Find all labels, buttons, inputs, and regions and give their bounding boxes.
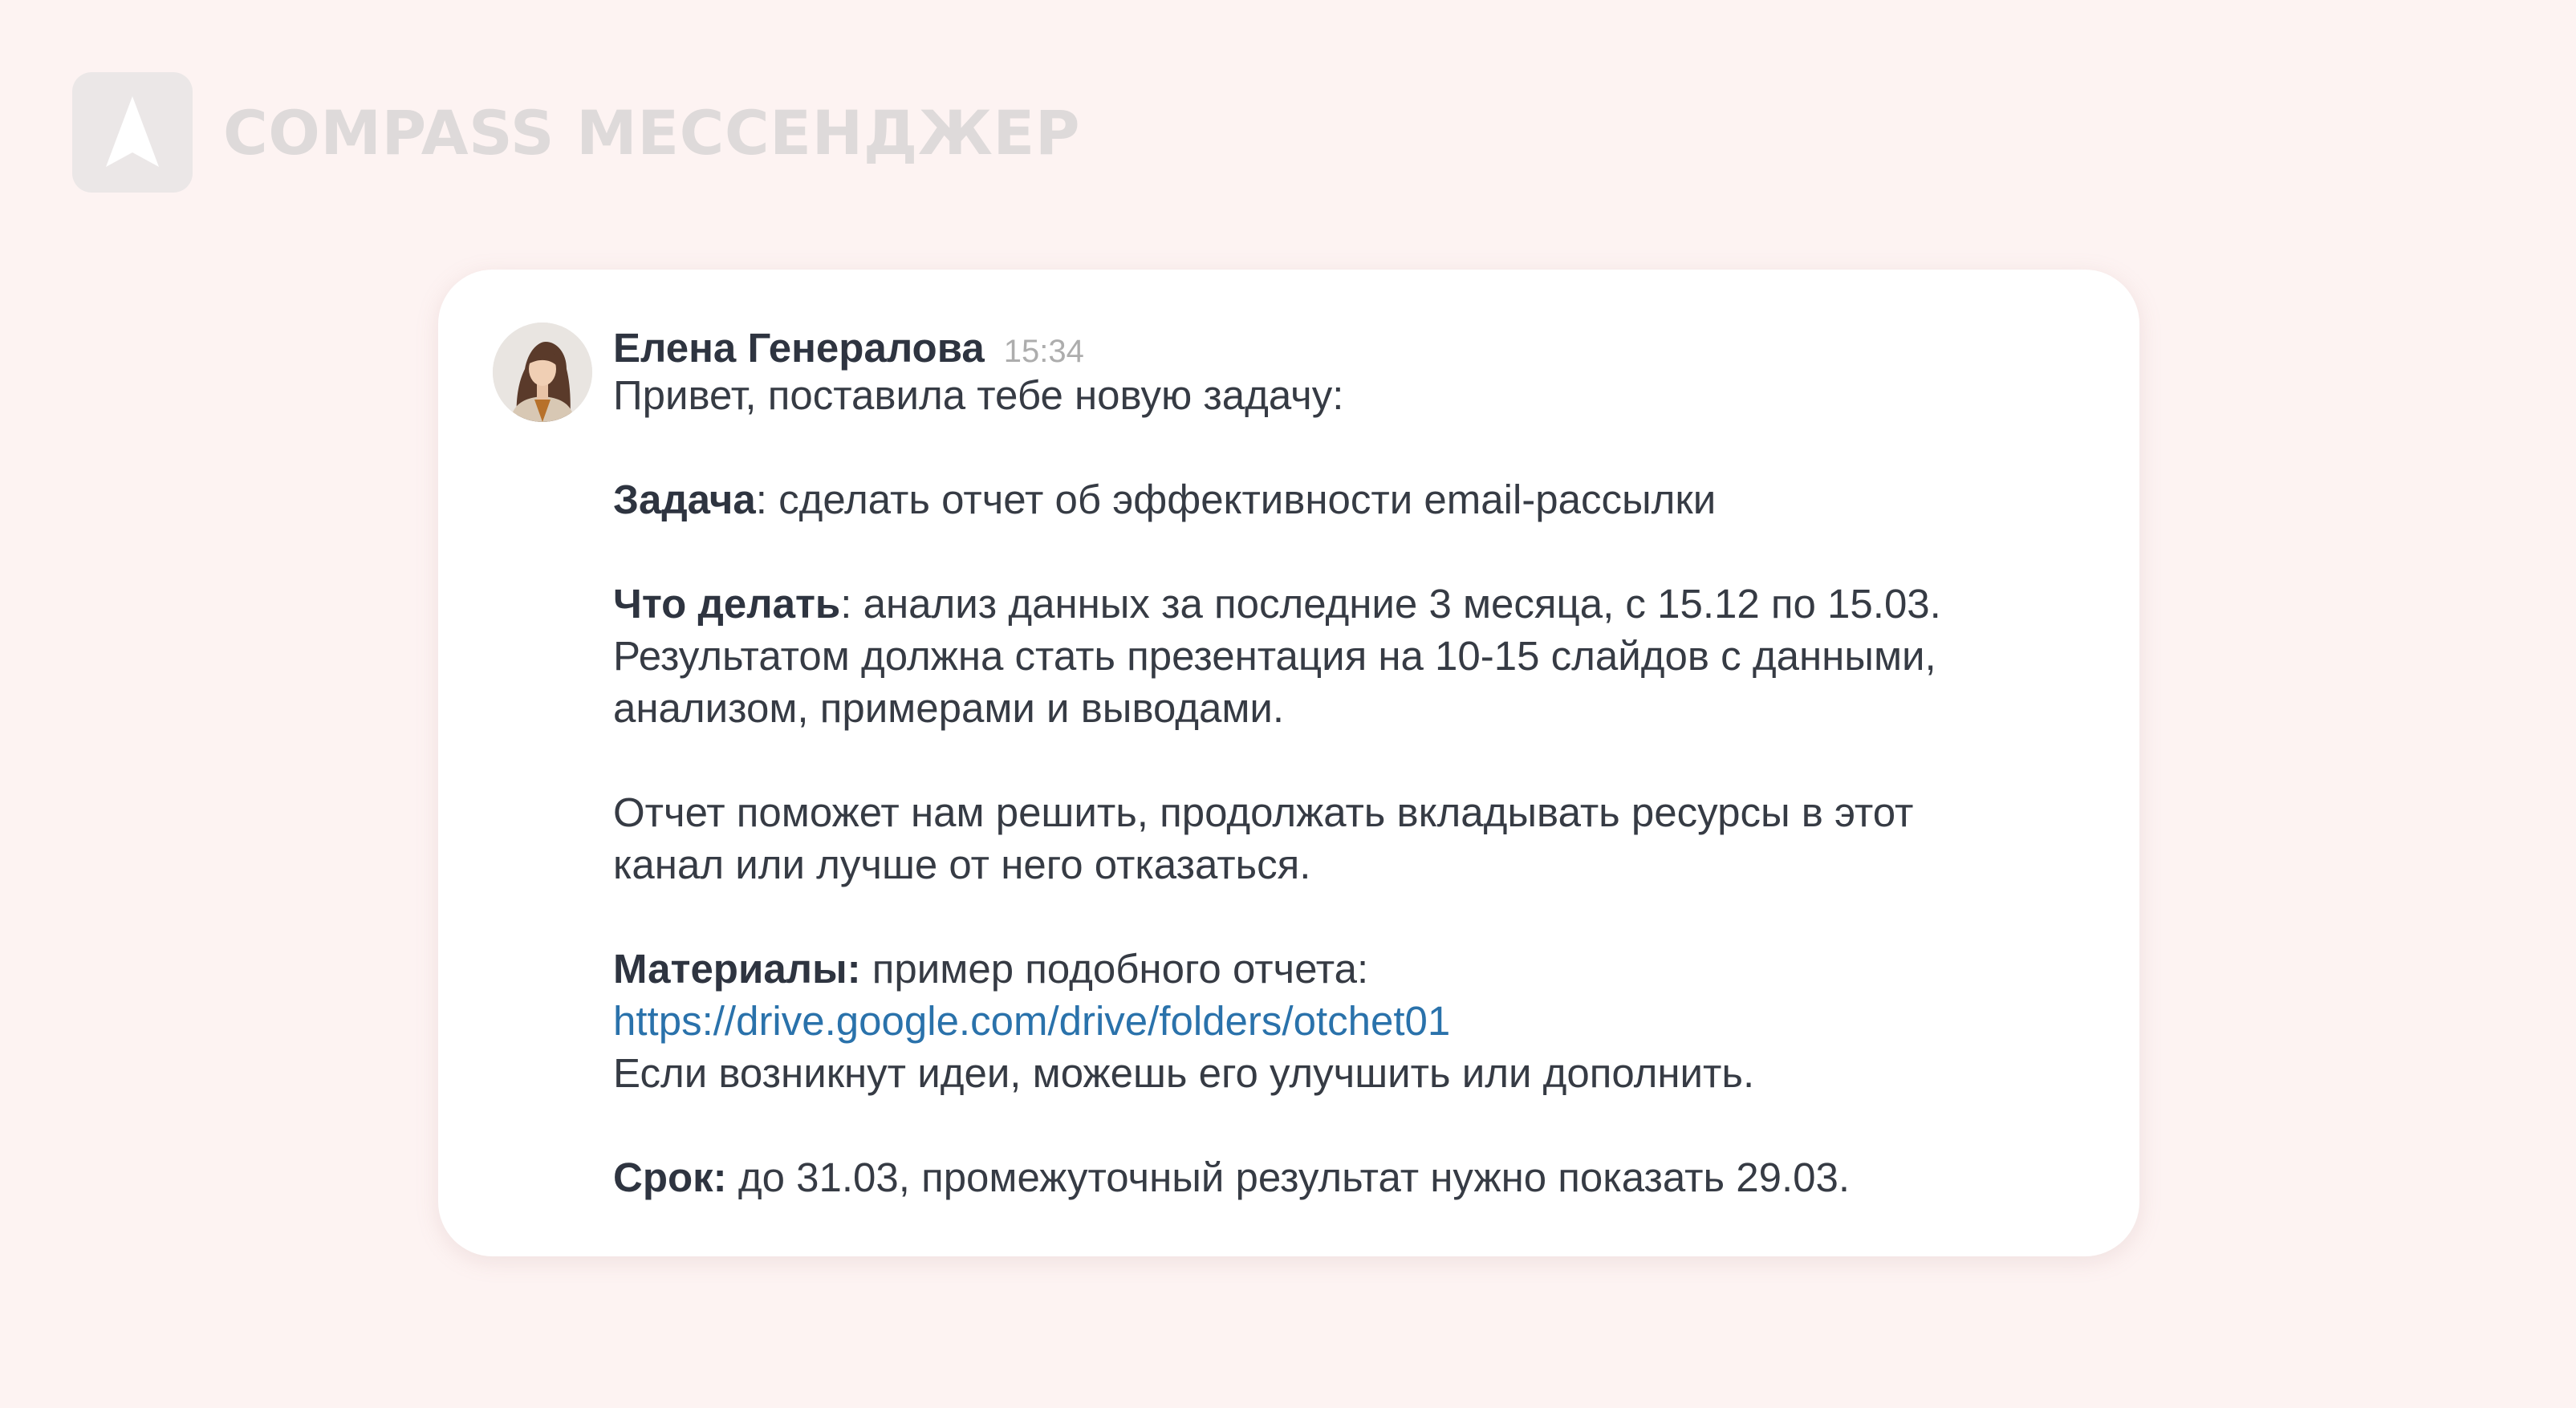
deadline-text: до 31.03, промежуточный результат нужно … — [726, 1154, 1851, 1200]
deadline-label: Срок: — [613, 1154, 727, 1200]
materials-link[interactable]: https://drive.google.com/drive/folders/o… — [613, 998, 1450, 1044]
todo-line-3: анализом, примерами и выводами. — [613, 685, 1285, 731]
compass-arrow-icon — [106, 96, 159, 167]
materials-label: Материалы: — [613, 946, 861, 992]
task-line: Задача: сделать отчет об эффективности e… — [613, 473, 2106, 525]
message-time: 15:34 — [1003, 334, 1084, 369]
materials-link-line: https://drive.google.com/drive/folders/o… — [613, 995, 2106, 1047]
todo-line: Что делать: анализ данных за последние 3… — [613, 578, 2106, 630]
user-avatar-icon — [493, 323, 592, 422]
brand-logo — [72, 72, 193, 193]
purpose-line-1: Отчет поможет нам решить, продолжать вкл… — [613, 789, 1914, 835]
materials-text: пример подобного отчета: — [860, 946, 1369, 992]
materials-line: Материалы: пример подобного отчета: — [613, 943, 2106, 995]
purpose-line-2: канал или лучше от него отказаться. — [613, 842, 1311, 887]
sender-name[interactable]: Елена Генералова — [613, 325, 985, 371]
message-body: Привет, поставила тебе новую задачу: Зад… — [613, 369, 2106, 1203]
sender-avatar[interactable] — [493, 323, 592, 422]
todo-text: : анализ данных за последние 3 месяца, с… — [840, 581, 1941, 627]
task-text: : сделать отчет об эффективности email-р… — [755, 477, 1717, 522]
todo-line-2: Результатом должна стать презентация на … — [613, 633, 1936, 679]
task-label: Задача — [613, 477, 756, 522]
materials-note: Если возникнут идеи, можешь его улучшить… — [613, 1050, 1755, 1096]
greeting-line: Привет, поставила тебе новую задачу: — [613, 372, 1344, 418]
brand-name: COMPASS МЕССЕНДЖЕР — [223, 97, 1081, 168]
message-card: Елена Генералова 15:34 Привет, поставила … — [438, 270, 2139, 1256]
todo-label: Что делать — [613, 581, 841, 627]
deadline-line: Срок: до 31.03, промежуточный результат … — [613, 1151, 2106, 1203]
